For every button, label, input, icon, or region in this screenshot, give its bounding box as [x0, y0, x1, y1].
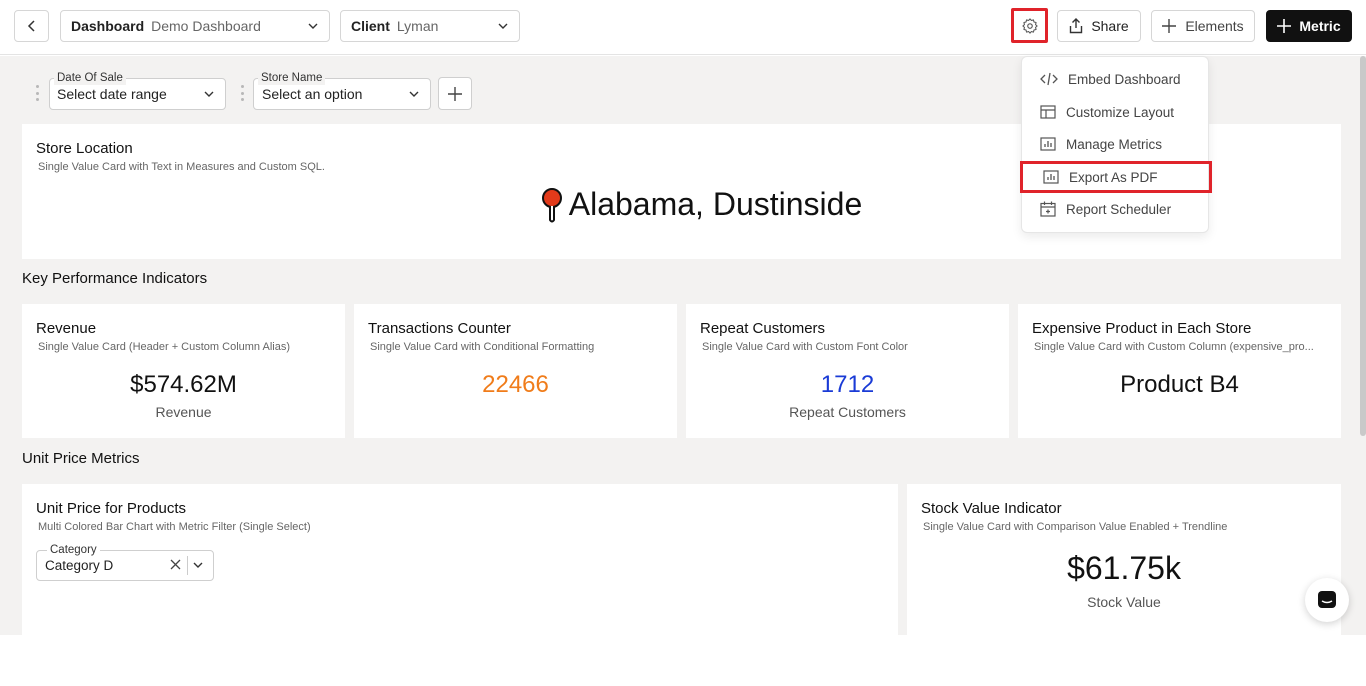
client-select-value: Lyman — [396, 18, 439, 34]
menu-item-manage-metrics[interactable]: Manage Metrics — [1022, 128, 1208, 160]
category-filter[interactable]: Category Category D — [36, 543, 214, 581]
chevron-down-icon — [498, 23, 508, 29]
card-title: Expensive Product in Each Store — [1032, 320, 1252, 337]
gear-icon — [1021, 17, 1038, 34]
settings-menu: Embed Dashboard Customize Layout Manage … — [1020, 56, 1212, 233]
card-subtitle: Single Value Card with Text in Measures … — [38, 161, 325, 173]
filter-label: Date Of Sale — [54, 71, 126, 85]
menu-item-label: Manage Metrics — [1066, 136, 1163, 152]
code-icon — [1040, 72, 1058, 86]
plus-icon — [1277, 19, 1292, 33]
metric-label: Metric — [1299, 18, 1341, 34]
kpi-caption: Repeat Customers — [789, 404, 906, 420]
card-subtitle: Single Value Card (Header + Custom Colum… — [38, 341, 290, 353]
transactions-card: Transactions Counter Single Value Card w… — [354, 304, 677, 438]
chevron-left-icon — [27, 20, 35, 32]
menu-item-label: Export As PDF — [1069, 169, 1158, 185]
filter-value: Select an option — [262, 86, 363, 102]
card-title: Stock Value Indicator — [921, 500, 1062, 517]
card-subtitle: Single Value Card with Conditional Forma… — [370, 341, 595, 353]
chevron-down-icon[interactable] — [192, 559, 204, 571]
elements-label: Elements — [1185, 18, 1244, 34]
add-filter-button[interactable] — [438, 77, 472, 110]
back-button[interactable] — [14, 10, 49, 42]
card-title: Revenue — [36, 320, 97, 337]
calendar-icon — [1040, 201, 1056, 217]
menu-item-label: Customize Layout — [1066, 104, 1175, 120]
drag-handle-icon[interactable] — [241, 85, 245, 101]
chevron-down-icon — [308, 23, 318, 29]
chat-support-button[interactable] — [1305, 578, 1349, 622]
store-location-value: Alabama, Dustinside — [568, 186, 863, 222]
card-title: Unit Price for Products — [36, 500, 187, 517]
repeat-customers-card: Repeat Customers Single Value Card with … — [686, 304, 1009, 438]
add-metric-button[interactable]: Metric — [1266, 10, 1352, 42]
chevron-down-icon — [204, 91, 214, 97]
menu-item-customize-layout[interactable]: Customize Layout — [1022, 96, 1208, 128]
map-pin-icon — [541, 187, 562, 222]
card-subtitle: Single Value Card with Custom Column (ex… — [1034, 341, 1314, 353]
filter-label: Category — [47, 543, 100, 557]
bar-chart-icon — [1043, 170, 1059, 184]
menu-item-label: Embed Dashboard — [1068, 71, 1181, 87]
settings-button[interactable] — [1011, 8, 1048, 43]
unit-price-card: Unit Price for Products Multi Colored Ba… — [22, 484, 898, 635]
bar-chart-icon — [1040, 137, 1056, 151]
menu-item-embed-dashboard[interactable]: Embed Dashboard — [1022, 63, 1208, 95]
kpi-caption: Revenue — [155, 404, 212, 420]
card-subtitle: Single Value Card with Custom Font Color — [702, 341, 908, 353]
share-button[interactable]: Share — [1057, 10, 1141, 42]
share-icon — [1070, 18, 1083, 34]
revenue-card: Revenue Single Value Card (Header + Cust… — [22, 304, 345, 438]
dashboard-select-value: Demo Dashboard — [151, 18, 261, 34]
card-subtitle: Multi Colored Bar Chart with Metric Filt… — [38, 521, 311, 533]
drag-handle-icon[interactable] — [36, 85, 40, 101]
card-title: Store Location — [36, 140, 133, 157]
chat-icon — [1318, 591, 1336, 608]
elements-button[interactable]: Elements — [1151, 10, 1255, 42]
kpi-value: 1712 — [820, 371, 875, 398]
kpi-value: Product B4 — [1120, 371, 1239, 398]
dashboard-select[interactable]: Dashboard Demo Dashboard — [60, 10, 330, 42]
unit-price-section-title: Unit Price Metrics — [22, 450, 140, 467]
layout-icon — [1040, 105, 1056, 119]
plus-icon — [1162, 19, 1177, 33]
card-title: Transactions Counter — [368, 320, 511, 337]
store-name-filter[interactable]: Store Name Select an option — [253, 71, 431, 110]
menu-item-export-pdf[interactable]: Export As PDF — [1020, 161, 1212, 193]
kpi-section-title: Key Performance Indicators — [22, 270, 208, 287]
share-label: Share — [1091, 18, 1129, 34]
client-select[interactable]: Client Lyman — [340, 10, 520, 42]
expensive-product-card: Expensive Product in Each Store Single V… — [1018, 304, 1341, 438]
menu-item-report-scheduler[interactable]: Report Scheduler — [1022, 193, 1208, 225]
plus-icon — [448, 86, 462, 101]
scrollbar[interactable] — [1360, 56, 1366, 436]
date-of-sale-filter[interactable]: Date Of Sale Select date range — [49, 71, 226, 110]
stock-value-card: Stock Value Indicator Single Value Card … — [907, 484, 1341, 635]
card-subtitle: Single Value Card with Comparison Value … — [923, 521, 1228, 533]
menu-item-label: Report Scheduler — [1066, 201, 1172, 217]
stock-caption: Stock Value — [1087, 594, 1161, 610]
filter-value: Select date range — [57, 86, 167, 102]
filter-value: Category D — [45, 558, 114, 573]
chevron-down-icon — [409, 91, 419, 97]
client-select-label: Client — [351, 18, 390, 34]
filter-label: Store Name — [258, 71, 326, 85]
stock-value: $61.75k — [1067, 550, 1181, 586]
divider — [187, 556, 188, 575]
kpi-value: $574.62M — [130, 371, 237, 398]
kpi-value: 22466 — [482, 371, 549, 398]
dashboard-select-label: Dashboard — [71, 18, 145, 34]
card-title: Repeat Customers — [700, 320, 826, 337]
top-bar: Dashboard Demo Dashboard Client Lyman Sh… — [0, 0, 1366, 55]
close-icon[interactable] — [170, 559, 181, 570]
